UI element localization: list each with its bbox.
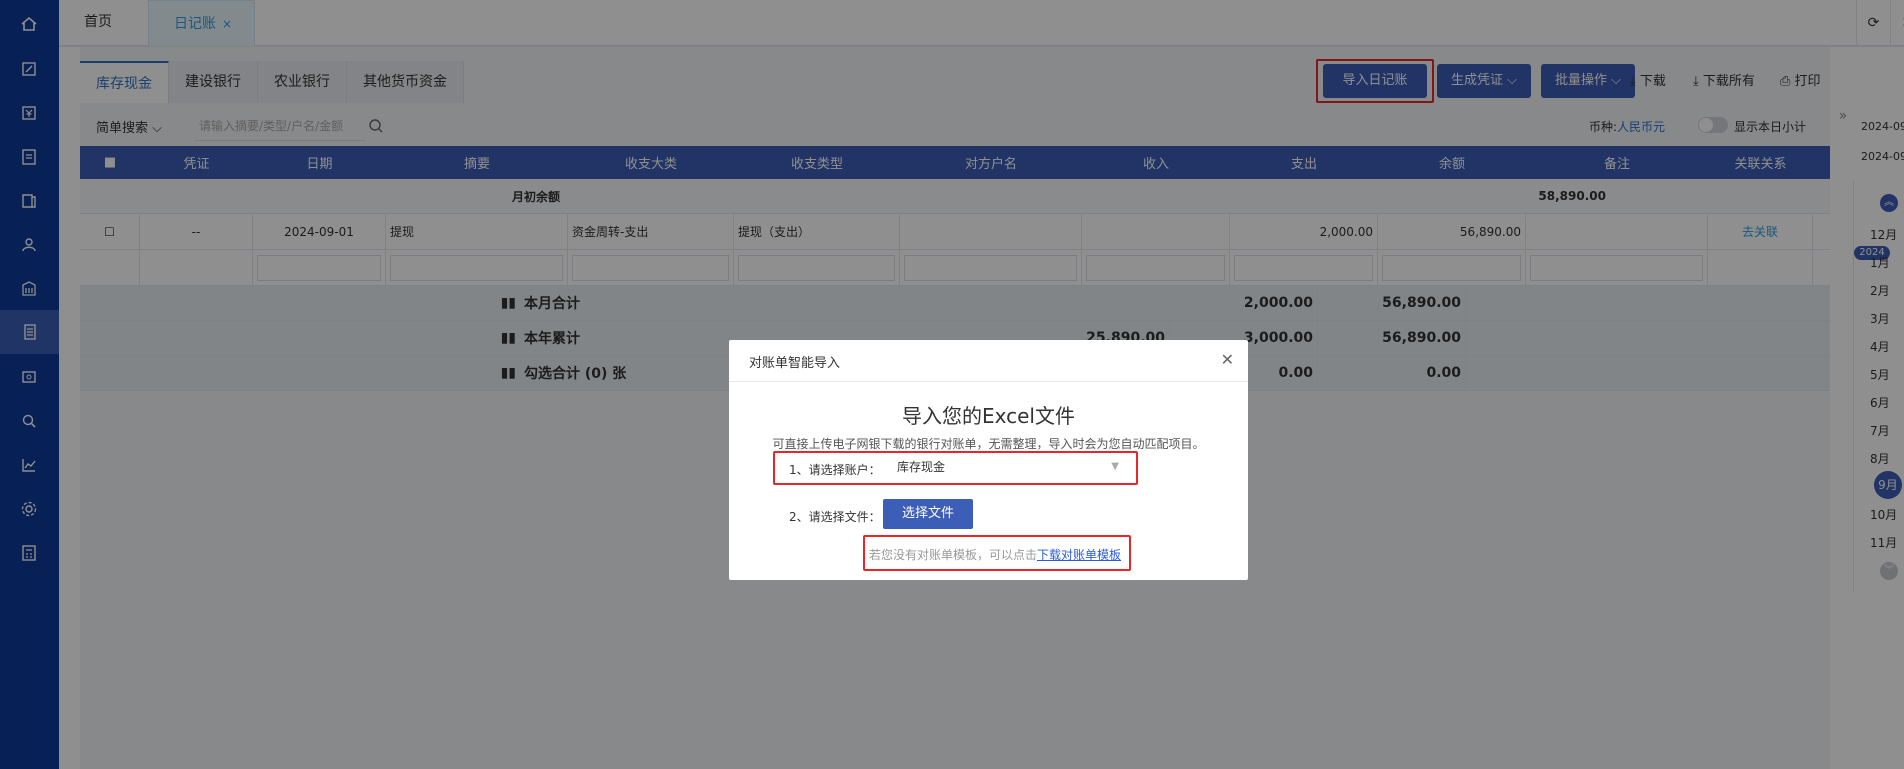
dialog-heading: 导入您的Excel文件 <box>902 404 1075 428</box>
caret-down-icon: ▼ <box>1111 461 1119 472</box>
download-template-link[interactable]: 下载对账单模板 <box>1037 548 1121 562</box>
template-hint-text: 若您没有对账单模板，可以点击 <box>869 548 1038 562</box>
template-hint: 若您没有对账单模板，可以点击下载对账单模板 <box>869 546 1121 563</box>
step2-label: 2、请选择文件： <box>789 510 881 524</box>
account-select[interactable]: 库存现金 ▼ <box>889 454 1129 480</box>
account-select-value: 库存现金 <box>897 460 946 474</box>
dialog-close-icon[interactable]: ✕ <box>1221 350 1234 369</box>
choose-file-button[interactable]: 选择文件 <box>883 499 973 529</box>
step1-label: 1、请选择账户： <box>789 463 881 477</box>
dialog-title: 对账单智能导入 <box>749 356 841 371</box>
import-dialog: 对账单智能导入 ✕ 导入您的Excel文件 可直接上传电子网银下载的银行对账单，… <box>729 340 1248 580</box>
dialog-description: 可直接上传电子网银下载的银行对账单，无需整理，导入时会为您自动匹配项目。 <box>772 437 1205 451</box>
dialog-divider <box>729 381 1248 382</box>
